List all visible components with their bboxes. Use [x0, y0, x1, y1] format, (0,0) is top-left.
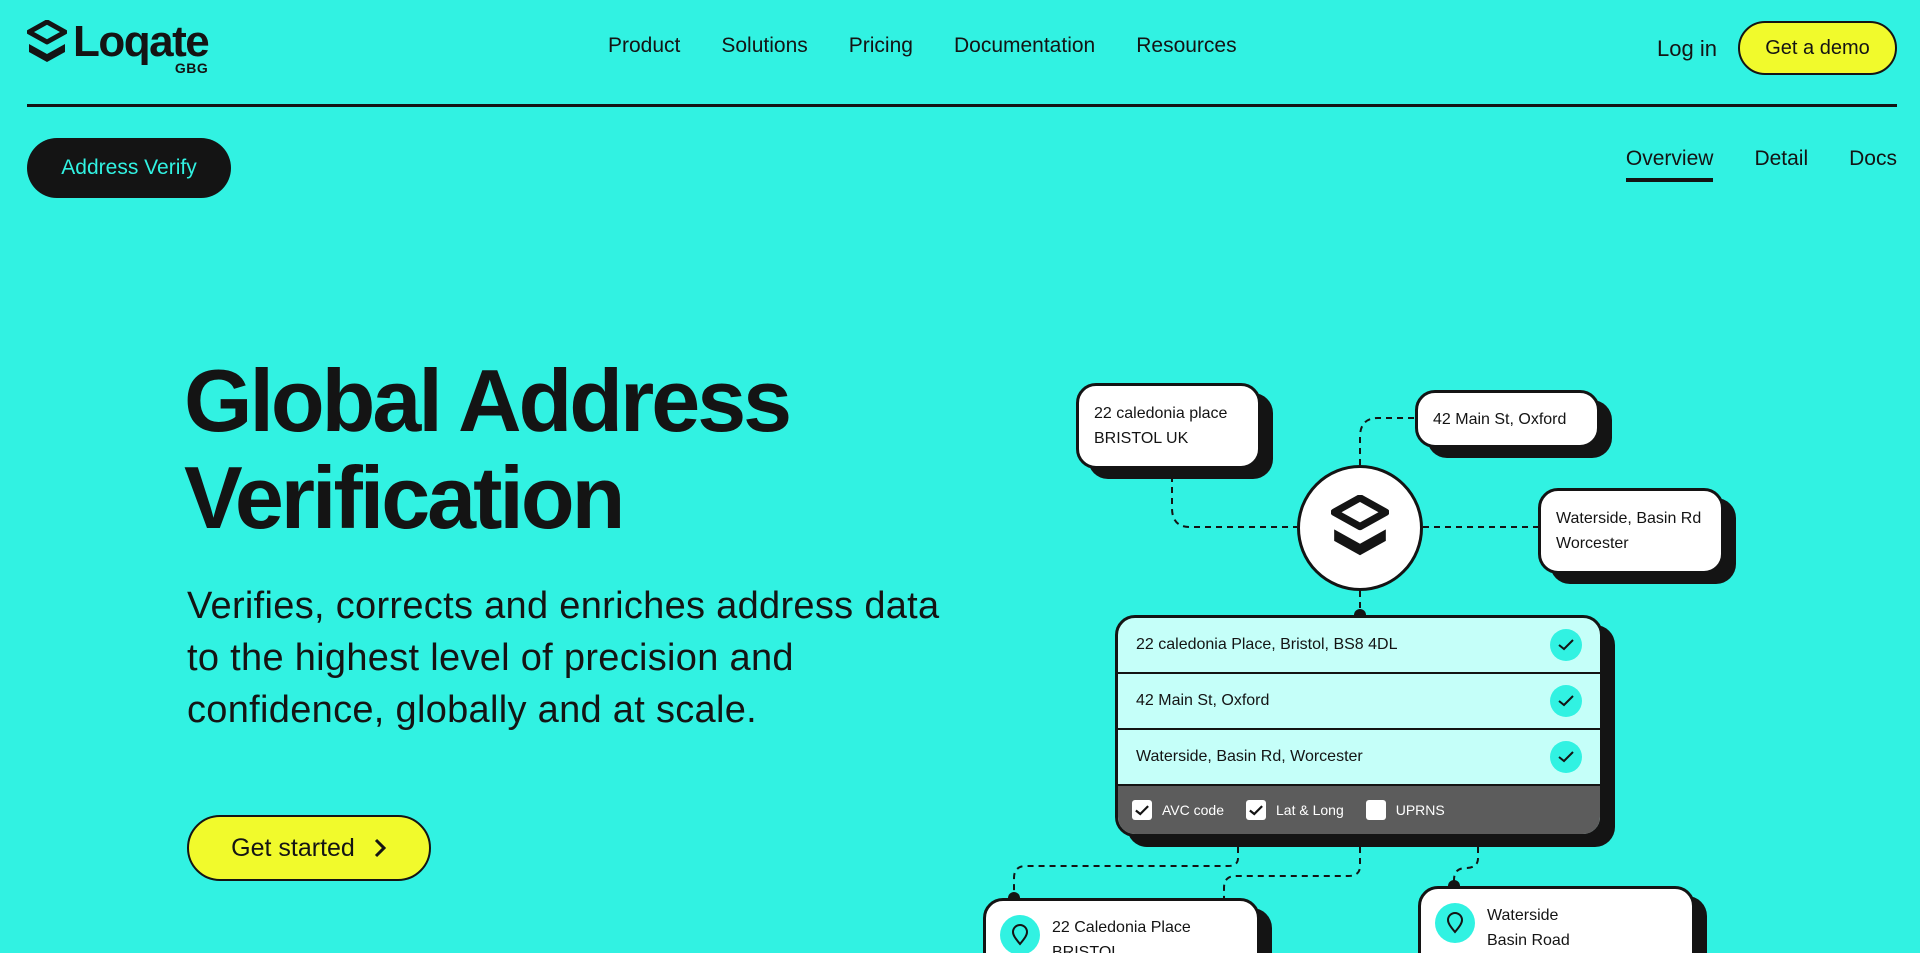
- verified-row: Waterside, Basin Rd, Worcester: [1118, 730, 1600, 786]
- connector-lines: [1008, 417, 1538, 953]
- option-lat-long: Lat & Long: [1246, 800, 1344, 820]
- output-card-waterside: Waterside Basin Road: [1418, 886, 1695, 953]
- output-line2: BRISTOL: [1052, 944, 1121, 953]
- option-uprns: UPRNS: [1365, 800, 1445, 820]
- verified-address: 42 Main St, Oxford: [1136, 692, 1270, 709]
- verification-illustration: 22 caledonia place BRISTOL UK 42 Main St…: [0, 0, 1920, 953]
- option-label: AVC code: [1162, 802, 1224, 818]
- output-line1: Waterside: [1487, 907, 1559, 924]
- input-address-card-oxford: 42 Main St, Oxford: [1415, 390, 1600, 448]
- checkbox-checked-icon: [1132, 800, 1152, 820]
- output-card-bristol: 22 Caledonia Place BRISTOL: [983, 898, 1260, 953]
- location-pin-icon: [1000, 915, 1040, 953]
- output-line2: Basin Road: [1487, 932, 1570, 949]
- verified-address: Waterside, Basin Rd, Worcester: [1136, 748, 1363, 765]
- checkbox-checked-icon: [1246, 800, 1266, 820]
- verified-row: 42 Main St, Oxford: [1118, 674, 1600, 730]
- loqate-hub: [1297, 465, 1423, 591]
- check-icon: [1550, 685, 1582, 717]
- checkbox-empty-icon: [1365, 800, 1386, 820]
- option-label: Lat & Long: [1276, 802, 1344, 818]
- verified-address: 22 caledonia Place, Bristol, BS8 4DL: [1136, 636, 1398, 653]
- location-pin-icon: [1435, 903, 1475, 943]
- input-address-line1: Waterside, Basin Rd: [1556, 510, 1702, 527]
- check-icon: [1550, 629, 1582, 661]
- check-icon: [1550, 741, 1582, 773]
- input-address-line2: Worcester: [1556, 535, 1629, 552]
- options-bar: AVC code Lat & Long UPRNS: [1118, 786, 1600, 834]
- option-label: UPRNS: [1395, 802, 1445, 818]
- input-address-card-bristol: 22 caledonia place BRISTOL UK: [1076, 383, 1261, 469]
- input-address-line2: BRISTOL UK: [1094, 430, 1189, 447]
- verified-results-panel: 22 caledonia Place, Bristol, BS8 4DL 42 …: [1115, 615, 1603, 837]
- input-address-line1: 42 Main St, Oxford: [1433, 410, 1567, 428]
- option-avc-code: AVC code: [1132, 800, 1224, 820]
- logo-layers-icon: [1331, 495, 1389, 556]
- output-line1: 22 Caledonia Place: [1052, 919, 1191, 936]
- input-address-card-worcester: Waterside, Basin Rd Worcester: [1538, 488, 1724, 574]
- input-address-line1: 22 caledonia place: [1094, 405, 1228, 422]
- verified-row: 22 caledonia Place, Bristol, BS8 4DL: [1118, 618, 1600, 674]
